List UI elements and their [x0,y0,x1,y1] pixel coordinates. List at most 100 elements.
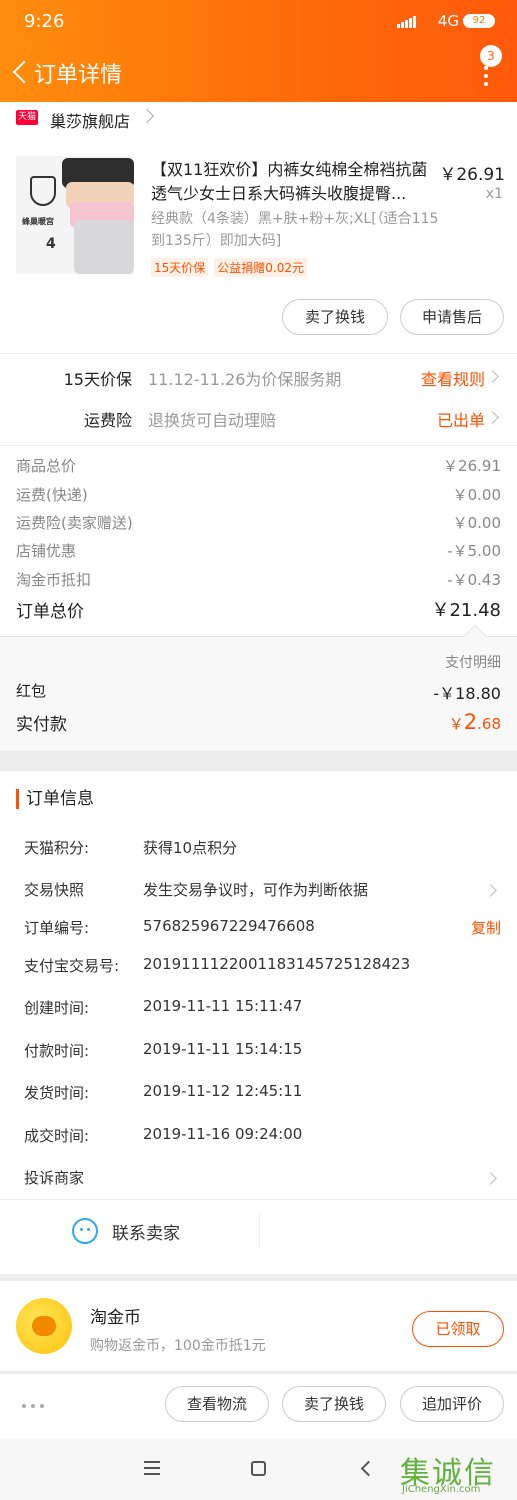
info-value: 获得10点积分 [143,839,238,857]
fee-value: ￥0.00 [452,486,501,504]
taojinbi-card: 淘金币 购物返金币，100金币抵1元 已领取 [0,1281,517,1371]
total-value: ￥21.48 [431,600,501,621]
divider [259,1214,260,1248]
fee-row: 运费险(卖家赠送) ￥0.00 [0,508,517,536]
fee-label: 淘金币抵扣 [16,571,92,589]
info-row-created: 创建时间: 2019-11-11 15:11:47 [0,993,517,1023]
tmall-icon: 天猫 [16,110,38,125]
section-title: 订单信息 [16,789,94,809]
system-back-icon[interactable] [360,1460,377,1477]
paid-label: 实付款 [16,715,67,735]
contact-seller-label: 联系卖家 [112,1224,180,1244]
product-item[interactable]: 蜂巢暖宫 4 【双11狂欢价】内裤女纯棉全棉裆抗菌透气少女士日系大码裤头收腹提臀… [0,152,517,282]
fee-value: ￥0.00 [452,514,501,532]
shop-name: 巢莎旗舰店 [50,112,131,131]
status-time: 9:26 [24,11,65,32]
fee-row: 淘金币抵扣 -￥0.43 [0,565,517,593]
service-price-protect[interactable]: 15天价保 11.12-11.26为价保服务期 查看规则 [0,356,517,396]
menu-icon[interactable] [144,1461,160,1475]
complain-merchant-row[interactable]: 投诉商家 [0,1163,517,1193]
shield-icon [30,176,56,206]
coin-desc: 购物返金币，100金币抵1元 [90,1338,266,1354]
sell-button[interactable]: 卖了换钱 [282,299,388,335]
fee-label: 商品总价 [16,457,77,475]
app-header: 9:26 4G 92 订单详情 3 [0,0,517,102]
fee-label: 店铺优惠 [16,542,77,560]
sell-button-bottom[interactable]: 卖了换钱 [282,1386,386,1422]
info-row-points: 天猫积分: 获得10点积分 [0,833,517,863]
info-value: 发生交易争议时，可作为判断依据 [143,881,369,899]
service-label: 15天价保 [63,370,132,389]
info-key: 交易快照 [24,881,85,899]
red-packet-row: 红包 -￥18.80 [0,677,517,705]
status-bar: 9:26 4G 92 [0,0,517,42]
fee-row: 运费(快递) ￥0.00 [0,480,517,508]
info-value: 2019-11-11 15:14:15 [143,1040,303,1058]
shop-row[interactable]: 天猫 巢莎旗舰店 [0,102,517,134]
info-row-completed: 成交时间: 2019-11-16 09:24:00 [0,1121,517,1151]
info-value: 2019-11-12 12:45:11 [143,1082,303,1100]
info-key: 投诉商家 [24,1169,85,1187]
info-value: 2019-11-16 09:24:00 [143,1125,303,1143]
info-row-snapshot[interactable]: 交易快照 发生交易争议时，可作为判断依据 [0,875,517,905]
fee-value: -￥0.43 [447,571,501,589]
fee-row: 店铺优惠 -￥5.00 [0,536,517,564]
product-price: ￥26.91 [439,165,505,185]
bottom-action-bar: 查看物流 卖了换钱 追加评价 [0,1373,517,1438]
watermark: 集诚信 JiChengXin.com [400,1446,517,1498]
red-packet-value: -￥18.80 [433,684,501,703]
nav-bar: 订单详情 3 [0,42,517,102]
info-key: 发货时间: [24,1084,90,1102]
info-key: 支付宝交易号: [24,957,120,975]
fee-row: 商品总价 ￥26.91 [0,451,517,479]
contact-seller-button[interactable]: 联系卖家 [0,1199,517,1261]
total-label: 订单总价 [16,602,84,622]
policy-issued-link[interactable]: 已出单 [437,407,485,431]
back-icon[interactable] [6,52,34,92]
product-thumbnail: 蜂巢暖宫 4 [16,156,134,274]
chevron-right-icon [484,1172,497,1185]
watermark-url: JiChengXin.com [402,1484,481,1495]
view-logistics-button[interactable]: 查看物流 [165,1386,269,1422]
info-key: 创建时间: [24,999,90,1017]
divider [0,445,517,446]
service-freight-insurance[interactable]: 运费险 退换货可自动理赔 已出单 [0,397,517,437]
tag-price-protect: 15天价保 [151,258,209,277]
coin-title: 淘金币 [90,1308,141,1328]
fee-label: 运费险(卖家赠送) [16,514,133,532]
thumb-brand: 蜂巢暖宫 [22,217,54,226]
paid-value: ￥2.68 [448,710,501,734]
info-row-order-no: 订单编号: 576825967229476608 复制 [0,913,517,943]
after-sale-button[interactable]: 申请售后 [400,299,504,335]
order-total-row: 订单总价 ￥21.48 [0,595,517,623]
payment-detail-link[interactable]: 支付明细 [445,652,501,672]
service-value: 11.12-11.26为价保服务期 [148,370,342,389]
pointer-arrow [463,624,487,648]
info-value: 2019111122001183145725128423 [143,955,411,973]
claimed-button[interactable]: 已领取 [412,1311,504,1347]
payment-section: 支付明细 红包 -￥18.80 实付款 ￥2.68 [0,624,517,751]
view-rules-link[interactable]: 查看规则 [421,366,485,390]
system-nav-bar: 集诚信 JiChengXin.com [0,1438,517,1500]
add-review-button[interactable]: 追加评价 [400,1386,504,1422]
tag-charity: 公益捐赠0.02元 [214,258,308,277]
paid-row: 实付款 ￥2.68 [0,707,517,735]
coin-icon [16,1298,72,1354]
service-value: 退换货可自动理赔 [148,411,277,430]
more-dots-icon[interactable] [22,1404,48,1410]
service-label: 运费险 [83,411,132,430]
page-title: 订单详情 [34,63,123,88]
red-packet-label: 红包 [16,682,47,700]
order-info-section: 订单信息 天猫积分: 获得10点积分 交易快照 发生交易争议时，可作为判断依据 … [0,771,517,1274]
chevron-right-icon [486,411,499,424]
info-row-paid: 付款时间: 2019-11-11 15:14:15 [0,1036,517,1066]
info-key: 付款时间: [24,1042,90,1060]
home-icon[interactable] [251,1461,266,1476]
divider [0,353,517,354]
battery-icon: 92 [463,14,495,28]
copy-button[interactable]: 复制 [471,917,501,938]
fee-value: ￥26.91 [443,457,501,475]
info-key: 天猫积分: [24,839,90,857]
product-title: 【双11狂欢价】内裤女纯棉全棉裆抗菌透气少女士日系大码裤头收腹提臀... [151,160,428,203]
message-badge: 3 [480,45,502,67]
